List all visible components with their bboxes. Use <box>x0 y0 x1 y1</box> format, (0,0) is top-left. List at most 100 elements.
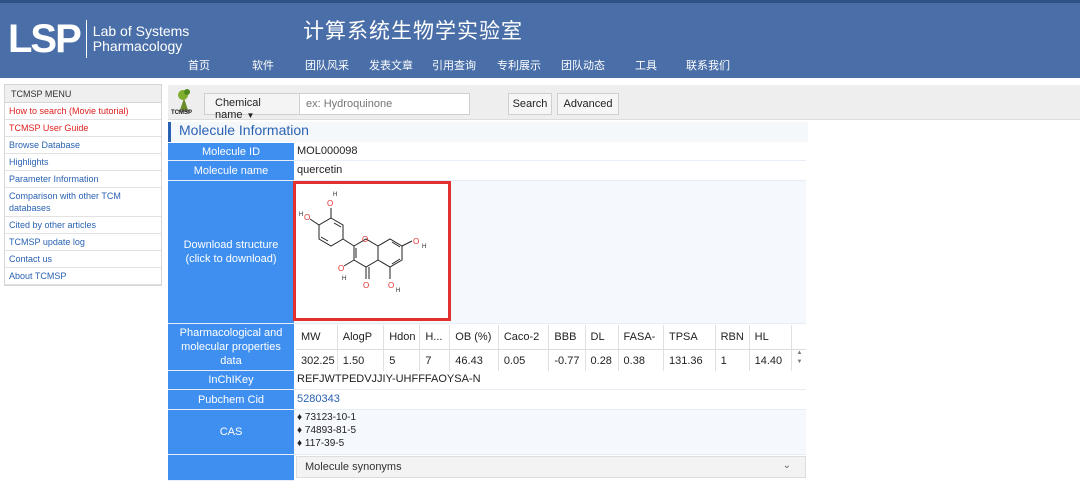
svg-text:O: O <box>304 213 310 222</box>
site-header: LSP Lab of Systems Pharmacology 计算系统生物学实… <box>0 0 1080 78</box>
scroll-down-icon[interactable]: ▼ <box>793 358 806 367</box>
logo-line-1: Lab of Systems <box>92 23 190 39</box>
nav-item-publications[interactable]: 发表文章 <box>369 57 432 73</box>
molecule-synonyms-title: Molecule synonyms <box>305 461 402 473</box>
molecule-name-value: quercetin <box>294 161 806 181</box>
svg-text:O: O <box>413 237 419 246</box>
col-header-fasa[interactable]: FASA- <box>618 325 664 350</box>
nav-item-contact[interactable]: 联系我们 <box>686 57 746 73</box>
tcmsp-sidebar-menu: TCMSP MENU How to search (Movie tutorial… <box>4 84 162 286</box>
sidebar-item-highlights[interactable]: Highlights <box>5 154 161 171</box>
value-mw: 302.25 <box>296 349 338 374</box>
value-ob: 46.43 <box>449 349 499 374</box>
sidebar-item-parameter-information[interactable]: Parameter Information <box>5 171 161 188</box>
col-header-alogp[interactable]: AlogP <box>337 325 385 350</box>
sidebar-item-how-to-search[interactable]: How to search (Movie tutorial) <box>5 103 161 120</box>
tcmsp-logo-icon[interactable]: TCMSP <box>171 88 194 118</box>
cas-value: 73123-10-1 <box>304 412 357 423</box>
col-header-caco2[interactable]: Caco-2 <box>498 325 550 350</box>
structure-image-highlight[interactable]: O O O O O O O H H H H H <box>293 181 451 321</box>
col-header-tpsa[interactable]: TPSA <box>663 325 716 350</box>
caret-down-icon: ▼ <box>246 111 255 120</box>
sidebar-item-update-log[interactable]: TCMSP update log <box>5 234 161 251</box>
value-fasa: 0.38 <box>618 349 664 374</box>
section-title: Molecule Information <box>168 122 808 142</box>
col-header-spacer <box>791 325 806 350</box>
logo-line-2: Pharmacology <box>92 38 183 54</box>
pubchem-cid-link[interactable]: 5280343 <box>297 393 340 405</box>
inchikey-value: REFJWTPEDVJJIY-UHFFFAOYSA-N <box>294 371 806 390</box>
pubchem-cid-cell: 5280343 <box>294 390 806 410</box>
svg-text:H: H <box>342 276 346 282</box>
nav-item-team[interactable]: 团队风采 <box>305 57 369 73</box>
svg-text:O: O <box>362 235 368 244</box>
cas-value: 74893-81-5 <box>304 425 357 436</box>
sidebar-item-browse-database[interactable]: Browse Database <box>5 137 161 154</box>
sidebar-item-cited-by[interactable]: Cited by other articles <box>5 217 161 234</box>
col-header-bbb[interactable]: BBB <box>548 325 586 350</box>
site-title: 计算系统生物学实验室 <box>303 19 523 43</box>
chevron-down-icon: ⌄ <box>782 460 791 471</box>
col-header-mw[interactable]: MW <box>296 325 338 350</box>
svg-text:O: O <box>363 281 369 290</box>
pubchem-cid-label: Pubchem Cid <box>168 390 294 410</box>
quercetin-structure-image: O O O O O O O H H H H H <box>299 192 426 294</box>
nav-item-home[interactable]: 首页 <box>188 57 252 73</box>
synonyms-label-cell <box>168 455 294 481</box>
molecule-name-label: Molecule name <box>168 161 294 181</box>
col-header-dl[interactable]: DL <box>585 325 619 350</box>
tcmsp-icon-label: TCMSP <box>171 110 192 116</box>
svg-text:H: H <box>422 244 426 250</box>
cas-label: CAS <box>168 410 294 455</box>
advanced-search-button[interactable]: Advanced <box>557 93 619 115</box>
search-input[interactable] <box>300 94 468 114</box>
download-structure-label: Download structure (click to download) <box>168 181 294 324</box>
value-caco2: 0.05 <box>498 349 550 374</box>
sidebar-item-comparison[interactable]: Comparison with other TCM databases <box>5 188 161 217</box>
nav-item-patents[interactable]: 专利展示 <box>497 57 561 73</box>
value-alogp: 1.50 <box>337 349 385 374</box>
nav-item-tools[interactable]: 工具 <box>635 57 686 73</box>
col-header-hacc[interactable]: H... <box>419 325 451 350</box>
col-header-ob[interactable]: OB (%) <box>449 325 499 350</box>
page: LSP Lab of Systems Pharmacology 计算系统生物学实… <box>0 0 1080 481</box>
search-type-dropdown[interactable]: Chemical name ▼ <box>205 94 300 121</box>
sidebar-item-contact-us[interactable]: Contact us <box>5 251 161 268</box>
properties-label: Pharmacological and molecular properties… <box>168 324 294 371</box>
sidebar-item-about[interactable]: About TCMSP <box>5 268 161 285</box>
col-header-hdon[interactable]: Hdon <box>383 325 421 350</box>
molecule-synonyms-panel[interactable]: Molecule synonyms ⌄ <box>296 456 806 478</box>
search-bar: TCMSP Chemical name▼ Search Advanced <box>168 85 1080 121</box>
svg-text:H: H <box>299 212 303 218</box>
sidebar-item-user-guide[interactable]: TCMSP User Guide <box>5 120 161 137</box>
cas-value: 117-39-5 <box>304 438 345 449</box>
logo-mark: LSP <box>8 17 82 61</box>
inchikey-label: InChIKey <box>168 371 294 390</box>
molecule-id-label: Molecule ID <box>168 143 294 161</box>
search-button[interactable]: Search <box>508 93 552 115</box>
col-header-rbn[interactable]: RBN <box>715 325 750 350</box>
nav-item-news[interactable]: 团队动态 <box>561 57 635 73</box>
table-scroll-arrows[interactable]: ▲ ▼ <box>793 349 806 371</box>
lsp-logo[interactable]: LSP Lab of Systems Pharmacology <box>8 17 189 61</box>
col-header-hl[interactable]: HL <box>749 325 792 350</box>
molecule-id-value: MOL000098 <box>294 143 806 161</box>
value-hacc: 7 <box>419 349 451 374</box>
logo-divider <box>85 20 87 58</box>
properties-table: MW AlogP Hdon H... OB (%) Caco-2 BBB DL … <box>296 325 806 374</box>
main-nav: 首页 软件 团队风采 发表文章 引用查询 专利展示 团队动态 工具 联系我们 <box>188 57 746 73</box>
svg-text:O: O <box>327 199 333 208</box>
sidebar-menu-title: TCMSP MENU <box>5 85 161 103</box>
cas-item: ♦ 117-39-5 <box>297 438 345 449</box>
svg-text:O: O <box>338 264 344 273</box>
value-tpsa: 131.36 <box>663 349 716 374</box>
properties-value-row: 302.25 1.50 5 7 46.43 0.05 -0.77 0.28 0.… <box>296 349 806 374</box>
properties-header-row: MW AlogP Hdon H... OB (%) Caco-2 BBB DL … <box>296 325 806 350</box>
cas-item: ♦ 74893-81-5 <box>297 425 357 436</box>
scroll-up-icon[interactable]: ▲ <box>793 349 806 358</box>
nav-item-citations[interactable]: 引用查询 <box>432 57 497 73</box>
nav-item-software[interactable]: 软件 <box>252 57 305 73</box>
cas-list: ♦ 73123-10-1 ♦ 74893-81-5 ♦ 117-39-5 <box>294 410 806 455</box>
svg-text:H: H <box>333 192 337 198</box>
value-rbn: 1 <box>715 349 750 374</box>
